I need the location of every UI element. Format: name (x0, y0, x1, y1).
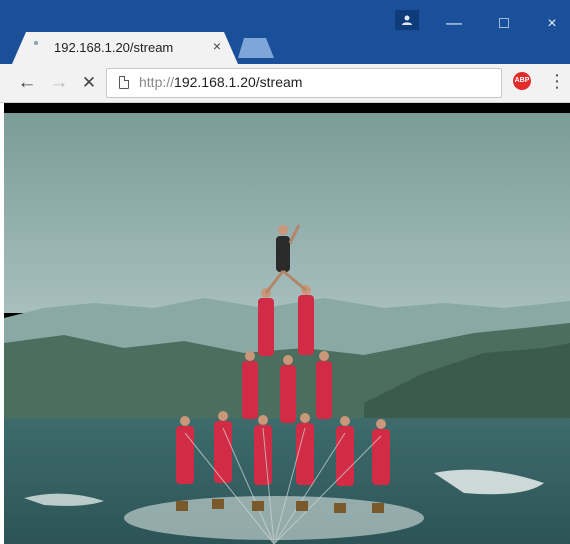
close-window-button[interactable]: × (541, 13, 563, 35)
tab-title: 192.168.1.20/stream (54, 40, 174, 55)
back-button[interactable]: ← (16, 72, 38, 94)
video-frame[interactable] (4, 103, 570, 544)
tab-close-button[interactable]: × (209, 38, 225, 54)
maximize-button[interactable]: □ (493, 13, 515, 35)
video-scene (4, 103, 570, 544)
stop-button[interactable]: ✕ (78, 72, 100, 94)
adblock-extension-icon[interactable]: ABP (513, 72, 531, 90)
url-text[interactable]: http://192.168.1.20/stream (139, 74, 302, 90)
address-bar[interactable]: http://192.168.1.20/stream (106, 68, 502, 98)
minimize-button[interactable]: — (443, 13, 465, 35)
url-host-path: 192.168.1.20/stream (174, 74, 303, 90)
url-scheme: http:// (139, 74, 175, 90)
loading-favicon-icon (34, 41, 38, 45)
profile-icon[interactable] (395, 10, 419, 30)
page-info-icon[interactable] (119, 76, 129, 89)
tab-stream[interactable]: 192.168.1.20/stream × (12, 32, 238, 64)
forward-button[interactable]: → (48, 72, 70, 94)
browser-menu-icon[interactable]: ⋮ (548, 71, 566, 91)
